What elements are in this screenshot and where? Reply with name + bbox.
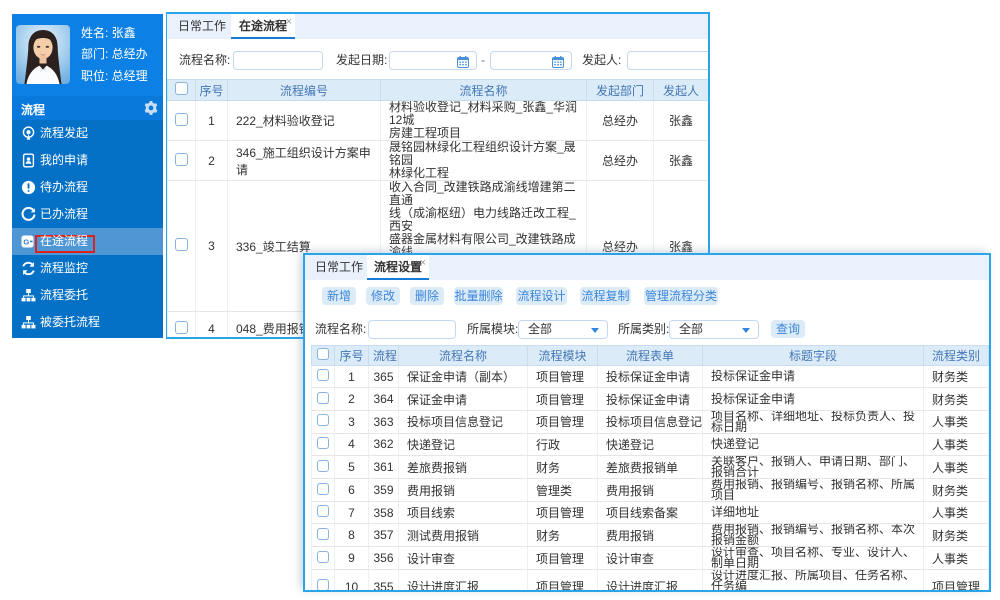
svg-text:G: G: [23, 238, 29, 247]
